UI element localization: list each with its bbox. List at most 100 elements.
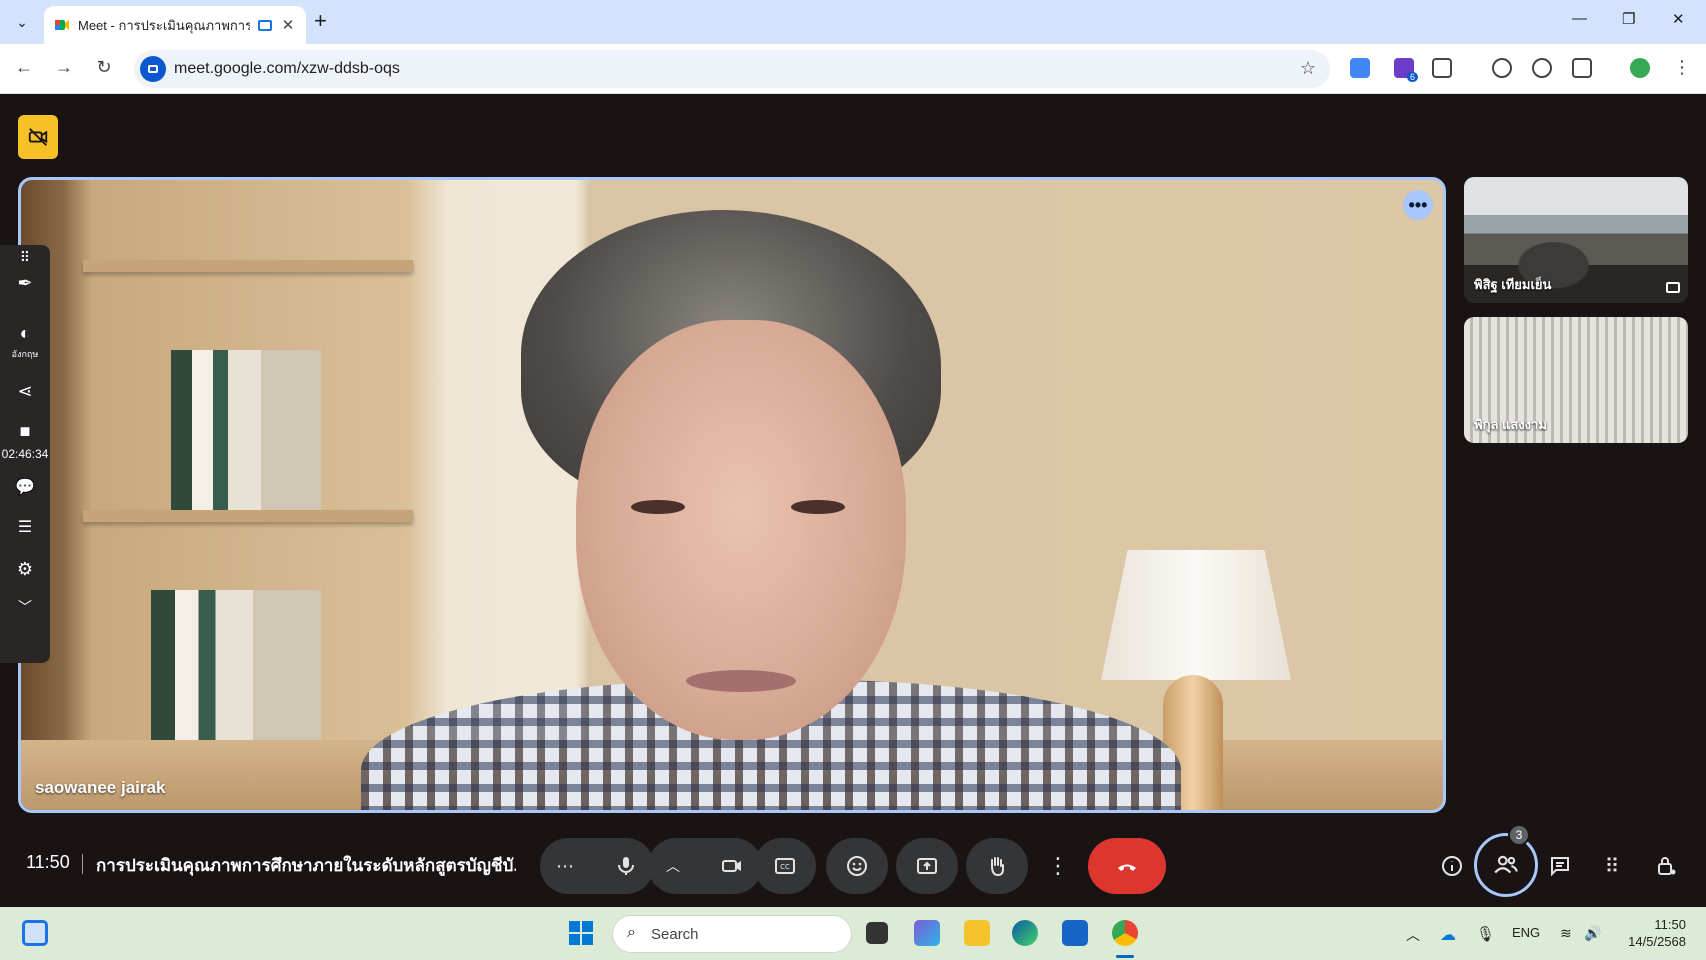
camera-off-indicator[interactable] — [18, 115, 58, 159]
camera-icon[interactable] — [720, 854, 744, 878]
bookmark-star-icon[interactable]: ☆ — [1300, 58, 1316, 79]
eye — [631, 500, 685, 514]
meet-stage: ••• saowanee jairak พิสิฐ เทียมเย็น พิกุ… — [0, 95, 1706, 907]
tile-more-options-button[interactable]: ••• — [1403, 190, 1433, 220]
collapse-chevron-icon[interactable]: ﹀ — [0, 597, 50, 617]
onedrive-icon[interactable]: ☁ — [1440, 925, 1456, 945]
more-options-button[interactable]: ⋮ — [1042, 838, 1074, 894]
hand-icon — [991, 857, 1004, 877]
microphone-group: ⋯ — [540, 838, 654, 894]
participant-video — [361, 210, 1181, 810]
taskbar-search-input[interactable]: ⌕ Search — [612, 915, 852, 953]
extension-badge: 6 — [1406, 72, 1418, 82]
call-controls-bar: 11:50 การประเมินคุณภาพการศึกษาภายในระดับ… — [0, 824, 1706, 900]
browser-toolbar: ← → ↻ meet.google.com/xzw-ddsb-oqs ☆ 6 ⋮ — [0, 44, 1706, 94]
site-info-icon[interactable] — [140, 56, 166, 82]
leave-call-button[interactable] — [1088, 838, 1166, 894]
minimize-icon[interactable]: — — [1572, 10, 1587, 27]
tab-title: Meet - การประเมินคุณภาพการ — [78, 17, 250, 33]
widgets-icon[interactable] — [22, 920, 48, 946]
language-indicator[interactable]: ENG — [1512, 925, 1540, 940]
chat-icon — [1551, 857, 1569, 877]
layers-icon[interactable]: ☰ — [0, 517, 50, 537]
incognito-icon[interactable] — [1492, 58, 1512, 78]
google-translate-icon[interactable] — [1572, 58, 1592, 78]
side-participant-name: พิสิฐ เทียมเย็น — [1474, 277, 1552, 292]
microphone-icon[interactable] — [614, 854, 638, 878]
tab-meet[interactable]: Meet - การประเมินคุณภาพการ ✕ — [44, 6, 306, 44]
kebab-icon: ⋮ — [1047, 853, 1069, 878]
pen-icon[interactable]: ✒ — [0, 273, 50, 294]
search-placeholder: Search — [651, 926, 699, 943]
chevron-down-icon: ⌄ — [16, 13, 28, 30]
eye — [791, 500, 845, 514]
hang-up-icon — [1118, 864, 1136, 871]
more-audio-options-button[interactable]: ⋯ — [556, 856, 574, 877]
copilot-icon[interactable] — [914, 920, 940, 946]
captions-button[interactable]: CC — [754, 838, 816, 894]
host-controls-button[interactable] — [1646, 846, 1686, 886]
chat-button[interactable] — [1540, 846, 1580, 886]
toggle-icon[interactable]: ◐ — [0, 323, 50, 344]
chat-bubbles-icon[interactable]: 💬 — [0, 477, 50, 497]
captions-icon: CC — [775, 858, 795, 874]
tray-chevron-icon[interactable]: ︿ — [1406, 925, 1420, 945]
activities-button[interactable]: ⠿ — [1592, 846, 1632, 886]
meeting-title: การประเมินคุณภาพการศึกษาภายในระดับหลักสู… — [96, 856, 516, 875]
chrome-icon[interactable] — [1112, 920, 1138, 946]
edge-icon[interactable] — [1012, 920, 1038, 946]
divider — [82, 854, 83, 874]
overlay-timer: 02:46:34 — [1, 447, 49, 461]
emoji-icon — [847, 856, 867, 876]
meeting-info-button[interactable] — [1432, 846, 1472, 886]
system-clock[interactable]: 11:50 14/5/2568 — [1628, 916, 1686, 950]
address-bar[interactable]: meet.google.com/xzw-ddsb-oqs ☆ — [134, 50, 1330, 88]
lock-person-icon — [1658, 857, 1676, 875]
forward-icon[interactable]: → — [52, 57, 76, 78]
store-icon[interactable] — [1062, 920, 1088, 946]
main-video-tile[interactable]: ••• saowanee jairak — [18, 177, 1446, 813]
raise-hand-button[interactable] — [966, 838, 1028, 894]
task-view-icon[interactable] — [866, 922, 888, 944]
close-icon[interactable]: ✕ — [280, 16, 296, 34]
close-window-icon[interactable]: ✕ — [1672, 10, 1685, 28]
gear-icon[interactable]: ⚙ — [0, 559, 50, 580]
back-icon[interactable]: ← — [12, 57, 36, 78]
drag-handle-icon[interactable]: ⠿ — [0, 249, 50, 266]
extension-icon[interactable]: 6 — [1394, 58, 1418, 82]
people-button[interactable] — [1474, 833, 1538, 897]
microphone-tray-icon[interactable]: 🎙 — [1476, 925, 1495, 943]
restore-icon[interactable]: ❐ — [1622, 10, 1635, 28]
windows-start-icon[interactable] — [568, 920, 594, 946]
history-icon[interactable] — [1532, 58, 1552, 78]
extension-overlay-toolbar: ⠿ ✒ ◐ อังกฤษ ⋖ ■ 02:46:34 💬 ☰ ⚙ ﹀ — [0, 245, 50, 663]
tab-search-button[interactable]: ⌄ — [8, 8, 36, 36]
stop-icon[interactable]: ■ — [0, 421, 50, 442]
reload-icon[interactable]: ↻ — [92, 57, 116, 78]
side-participant-name: พิกุล แสงงาม — [1474, 417, 1547, 432]
kebab-menu-icon[interactable]: ⋮ — [1670, 57, 1694, 78]
volume-icon[interactable]: 🔊 — [1584, 925, 1601, 942]
wifi-icon[interactable]: ≋ — [1560, 925, 1572, 942]
os-taskbar: ⌕ Search ︿ ☁ 🎙 ENG ≋ 🔊 11:50 14/5/2568 — [0, 907, 1706, 960]
system-date: 14/5/2568 — [1628, 934, 1686, 949]
translate-extension-icon[interactable] — [1350, 58, 1370, 78]
meeting-clock: 11:50 — [26, 852, 70, 872]
puzzle-icon[interactable] — [1432, 58, 1452, 78]
books — [171, 350, 321, 510]
url-text: meet.google.com/xzw-ddsb-oqs — [174, 60, 400, 77]
camera-options-chevron-icon[interactable]: ︿ — [666, 856, 680, 876]
file-explorer-icon[interactable] — [964, 920, 990, 946]
reactions-button[interactable] — [826, 838, 888, 894]
new-tab-button[interactable]: + — [314, 10, 327, 32]
system-time: 11:50 — [1654, 917, 1686, 932]
camera-group: ︿ — [648, 838, 762, 894]
side-video-tile[interactable]: พิกุล แสงงาม — [1464, 317, 1688, 443]
present-screen-button[interactable] — [896, 838, 958, 894]
share-icon[interactable]: ⋖ — [0, 381, 50, 402]
google-meet-icon — [54, 17, 70, 33]
profile-avatar[interactable] — [1630, 58, 1650, 78]
side-video-tile[interactable]: พิสิฐ เทียมเย็น — [1464, 177, 1688, 303]
pin-icon[interactable] — [1666, 282, 1680, 293]
apps-grid-icon: ⠿ — [1604, 855, 1620, 878]
